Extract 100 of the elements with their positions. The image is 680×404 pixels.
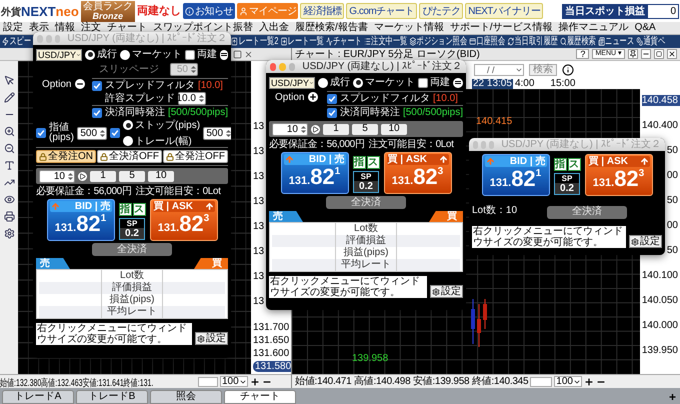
eye-icon[interactable] xyxy=(4,194,14,205)
lot-preset-button[interactable]: 10 xyxy=(381,124,407,134)
zoom-out-icon[interactable] xyxy=(4,143,14,154)
checkbox[interactable] xyxy=(185,50,195,60)
toolbar-button[interactable]: ニュース xyxy=(598,36,634,48)
settings-button[interactable]: 設定 xyxy=(629,235,662,248)
play-icon[interactable] xyxy=(78,172,87,180)
number-field[interactable]: 500 xyxy=(77,126,108,140)
toolbar-button[interactable]: レート一覧 xyxy=(280,36,324,48)
settings-button[interactable]: 設定 xyxy=(430,285,463,298)
spinner-icon[interactable] xyxy=(225,128,231,138)
maximize-icon[interactable] xyxy=(654,49,664,59)
tab[interactable]: トレードA xyxy=(2,390,74,404)
cursor-icon[interactable] xyxy=(4,75,14,86)
lot-preset-button[interactable]: 10 xyxy=(148,170,174,182)
settings-icon[interactable] xyxy=(4,228,14,239)
lot-preset-button[interactable]: 5 xyxy=(119,170,145,182)
menu-item[interactable]: 表示 xyxy=(29,22,49,34)
number-field[interactable]: 10 xyxy=(39,170,75,182)
menu-item[interactable]: チャート xyxy=(107,22,147,34)
menu-item[interactable]: スワップポイント振替 xyxy=(153,22,253,34)
pencil-icon[interactable] xyxy=(4,92,14,103)
toolbar-button[interactable]: スピー xyxy=(2,36,31,48)
scrollbar[interactable] xyxy=(198,376,218,386)
radio-option[interactable]: 成行 xyxy=(85,47,117,62)
scrollbar[interactable] xyxy=(530,376,552,386)
menu-item[interactable]: 履歴検索/報告書 xyxy=(295,22,368,34)
spinner-icon[interactable] xyxy=(67,170,74,182)
checkbox[interactable] xyxy=(92,108,102,118)
toolbar-button[interactable]: レート一覧2 xyxy=(231,36,278,48)
tab[interactable]: チャート xyxy=(224,390,296,404)
header-link-button[interactable]: 経済指標 xyxy=(300,3,344,19)
close-icon[interactable] xyxy=(667,49,677,59)
info-icon[interactable] xyxy=(562,64,574,76)
trend-icon[interactable] xyxy=(4,177,14,188)
toolbar-button[interactable]: 口座照会 xyxy=(469,36,506,48)
menu-item[interactable]: 設定 xyxy=(3,22,23,34)
lock-button[interactable]: 全発注ON xyxy=(36,150,96,163)
checkbox[interactable] xyxy=(36,128,46,138)
menu-item[interactable]: サポート/サービス情報 xyxy=(450,22,553,34)
text-icon[interactable] xyxy=(4,160,14,171)
header-link-button[interactable]: NEXTバイナリー xyxy=(465,3,544,19)
menu-item[interactable]: 操作マニュアル xyxy=(558,22,629,34)
radio-option[interactable]: マーケット xyxy=(353,75,415,90)
lot-preset-button[interactable]: 1 xyxy=(90,170,116,182)
menu-item[interactable]: マーケット情報 xyxy=(374,22,444,34)
lot-preset-button[interactable]: 1 xyxy=(323,124,349,134)
checkbox[interactable] xyxy=(110,128,120,138)
zoom-in-icon[interactable] xyxy=(250,376,260,386)
spinner-icon[interactable] xyxy=(99,128,106,138)
toolbar-button[interactable]: ポジション照会 xyxy=(409,36,467,48)
pair-select[interactable]: USD/JPY xyxy=(36,48,82,60)
number-field[interactable]: 10.0 xyxy=(178,92,206,105)
checkbox[interactable] xyxy=(326,94,337,104)
spinner-icon[interactable] xyxy=(198,93,205,104)
header-link-button[interactable]: お知らせ xyxy=(182,3,235,19)
checkbox[interactable] xyxy=(326,108,337,118)
radio-option[interactable]: トレール(幅) xyxy=(123,134,200,148)
toolbar-button[interactable]: 通貨ペ xyxy=(636,36,665,48)
tab[interactable]: 照会 xyxy=(150,390,222,404)
pair-select[interactable]: USD/JPY xyxy=(269,76,315,88)
menu-item[interactable]: 注文 xyxy=(81,22,101,34)
zoom-in-icon[interactable] xyxy=(4,126,14,137)
play-icon[interactable] xyxy=(311,124,320,134)
toolbar-button[interactable]: 注文中一覧 xyxy=(364,36,408,48)
number-field[interactable]: 10 xyxy=(272,122,308,136)
menu-item[interactable]: 情報 xyxy=(55,22,75,34)
checkbox[interactable] xyxy=(92,80,102,90)
lock-button[interactable]: 全発注OFF xyxy=(163,150,228,163)
zoom-select[interactable]: 100 xyxy=(220,376,248,387)
maximize-icon[interactable] xyxy=(233,50,242,58)
collapse-icon[interactable] xyxy=(220,50,228,60)
toolbar-button[interactable]: チャート xyxy=(326,36,362,48)
radio-option[interactable]: ストップ(pips) xyxy=(123,118,200,132)
close-icon[interactable] xyxy=(244,50,253,58)
help-button[interactable]: ? xyxy=(576,49,590,59)
header-link-button[interactable]: ぴたテク xyxy=(419,3,464,19)
print-icon[interactable] xyxy=(4,211,14,222)
spread-box: SP 0.2 xyxy=(119,218,145,240)
minimize-icon[interactable] xyxy=(641,49,651,59)
menu-item[interactable]: 入出金 xyxy=(259,22,289,34)
lock-button[interactable]: 全決済OFF xyxy=(97,150,162,163)
zoom-in-icon[interactable] xyxy=(584,376,594,386)
add-tab-button[interactable]: + xyxy=(666,390,678,404)
date-field[interactable]: / / xyxy=(474,64,524,76)
settings-button[interactable]: 設定 xyxy=(195,332,228,345)
collapse-icon[interactable] xyxy=(453,78,463,88)
toolbar-button[interactable]: 当日取引履歴 xyxy=(507,36,558,48)
menu-item[interactable]: Q&A xyxy=(634,22,656,34)
zoom-select[interactable]: 100 xyxy=(554,376,582,387)
checkbox[interactable] xyxy=(418,78,428,88)
radio-option[interactable]: 成行 xyxy=(318,75,350,90)
toolbar-button[interactable]: 履歴検索 xyxy=(560,36,596,48)
number-field[interactable]: 500 xyxy=(203,126,231,140)
lot-preset-button[interactable]: 5 xyxy=(352,124,378,134)
pin-icon[interactable] xyxy=(628,49,638,59)
tab[interactable]: トレードB xyxy=(76,390,148,404)
radio-option[interactable]: マーケット xyxy=(120,47,182,62)
header-link-button[interactable]: G.comチャート xyxy=(346,3,418,19)
spinner-icon[interactable] xyxy=(300,124,307,134)
